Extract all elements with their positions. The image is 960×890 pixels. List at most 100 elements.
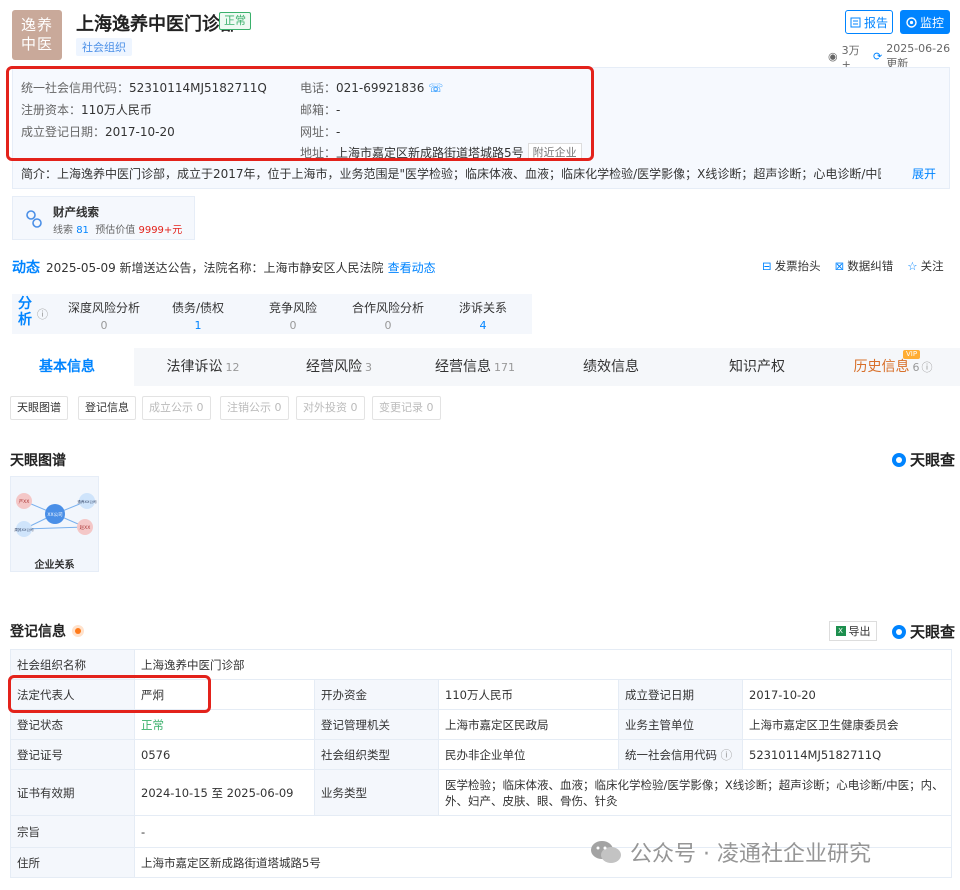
table-cell-label: 社会组织类型 <box>314 739 439 770</box>
expand-link[interactable]: 展开 <box>912 165 936 182</box>
follow-label: 关注 <box>920 259 944 273</box>
analysis-item-cooperation[interactable]: 合作风险分析 0 <box>340 299 436 332</box>
eye-icon: ◉ <box>828 50 838 63</box>
monitor-button[interactable]: 监控 <box>900 10 950 34</box>
table-cell-label: 业务主管单位 <box>618 709 743 740</box>
tab-performance[interactable]: 绩效信息 <box>544 348 678 386</box>
tab-label: 法律诉讼 <box>166 359 223 375</box>
registration-section-title: 登记信息 <box>10 621 84 641</box>
analysis-item-deep-risk[interactable]: 深度风险分析 0 <box>56 299 152 332</box>
follow-button[interactable]: ☆ 关注 <box>907 258 943 274</box>
table-cell-label: 统一社会信用代码 <box>625 747 717 762</box>
table-cell-value: 110万人民币 <box>438 679 619 710</box>
org-type-tag: 社会组织 <box>76 38 132 56</box>
company-title: 上海逸养中医门诊部 <box>76 14 238 35</box>
view-dynamics-link[interactable]: 查看动态 <box>388 259 436 276</box>
table-cell-value: 上海市嘉定区民政局 <box>438 709 619 740</box>
graph-card-label: 企业关系 <box>34 560 75 571</box>
monitor-label: 监控 <box>919 15 944 30</box>
brand-name: 天眼查 <box>910 623 956 641</box>
dynamics-text: 2025-05-09 新增送达公告，法院名称：上海市静安区人民法院 <box>46 260 384 275</box>
report-icon <box>850 17 861 27</box>
graph-section-title: 天眼图谱 <box>10 453 66 469</box>
help-icon[interactable]: ⓘ <box>922 361 933 374</box>
subtab-investment[interactable]: 对外投资 0 <box>296 396 365 420</box>
table-row: 登记证号 0576 社会组织类型 民办非企业单位 统一社会信用代码 ⓘ 5231… <box>10 739 952 770</box>
analysis-panel: 分 析 ⓘ 深度风险分析 0 债务/债权 1 竞争风险 0 合作风险分析 0 涉诉关系 4 <box>12 294 532 334</box>
dynamics-actions: ⊟ 发票抬头 ⊠ 数据纠错 ☆ 关注 <box>762 258 944 274</box>
invoice-header-button[interactable]: ⊟ 发票抬头 <box>762 258 821 274</box>
property-icon <box>26 210 42 228</box>
help-icon[interactable]: ⓘ <box>37 306 48 322</box>
relation-graph-card[interactable]: 严XX XX公司 逸养XX公司 周其XX公司 赵XX 企业关系 <box>10 476 99 572</box>
wechat-icon <box>591 841 621 863</box>
subtab-cancel[interactable]: 注销公示 0 <box>220 396 289 420</box>
watermark: 公众号 · 凌通社企业研究 <box>590 836 871 868</box>
highlight-box-info <box>6 66 594 161</box>
invoice-icon: ⊟ <box>762 259 772 273</box>
logo-line1: 逸养 <box>20 16 53 34</box>
logo-line2: 中医 <box>20 35 53 53</box>
table-cell-value: 52310114MJ5182711Q <box>742 739 952 770</box>
export-label: 导出 <box>848 625 871 638</box>
table-cell-value: 上海逸养中医门诊部 <box>134 649 952 680</box>
brand-logo: 天眼查 <box>891 449 955 470</box>
relation-graph-thumbnail: 严XX XX公司 逸养XX公司 周其XX公司 赵XX <box>14 493 97 537</box>
status-badge: 正常 <box>219 12 251 30</box>
analysis-item-debt[interactable]: 债务/债权 1 <box>150 299 246 332</box>
clues-count: 81 <box>76 225 89 236</box>
report-button[interactable]: 报告 <box>845 10 893 34</box>
table-cell-value: 0576 <box>134 739 315 770</box>
data-correction-button[interactable]: ⊠ 数据纠错 <box>835 258 894 274</box>
watermark-text: 公众号 · 凌通社企业研究 <box>630 842 871 867</box>
tab-ip[interactable]: 知识产权 <box>690 348 824 386</box>
property-clue-card[interactable]: 财产线索 线索 81 预估价值 9999+元 <box>12 196 195 240</box>
export-button[interactable]: X 导出 <box>829 621 877 641</box>
help-icon[interactable]: ⓘ <box>721 748 733 762</box>
analysis-label-top: 分 <box>18 296 32 312</box>
table-cell-value: 上海市嘉定区卫生健康委员会 <box>742 709 952 740</box>
table-cell-value: 2024-10-15 至 2025-06-09 <box>134 769 315 816</box>
table-cell-label: 登记状态 <box>10 709 135 740</box>
subtab-changes[interactable]: 变更记录 0 <box>372 396 441 420</box>
tab-count: 3 <box>365 361 372 374</box>
star-icon: ☆ <box>907 259 918 273</box>
refresh-icon: ⟳ <box>872 50 883 63</box>
subtab-establish[interactable]: 成立公示 0 <box>142 396 211 420</box>
analysis-item-litigation[interactable]: 涉诉关系 4 <box>435 299 531 332</box>
tab-count: 12 <box>225 361 240 374</box>
table-cell-label: 登记证号 <box>10 739 135 770</box>
analysis-item-name: 涉诉关系 <box>458 301 507 315</box>
vip-badge: VIP <box>903 350 921 359</box>
tab-history[interactable]: 历史信息 6 ⓘ <box>826 348 960 386</box>
tab-operating-info[interactable]: 经营信息 171 <box>408 348 542 386</box>
tianyancha-icon <box>892 624 906 639</box>
tab-label: 历史信息 <box>853 359 910 375</box>
tab-operating-risk[interactable]: 经营风险 3 <box>272 348 406 386</box>
analysis-label: 分 析 <box>18 296 32 328</box>
table-cell-value: 正常 <box>134 709 315 740</box>
table-cell-label: 住所 <box>10 847 135 878</box>
company-logo: 逸养 中医 <box>12 10 62 60</box>
subtab-registration[interactable]: 登记信息 <box>78 396 136 420</box>
analysis-item-competition[interactable]: 竞争风险 0 <box>245 299 341 332</box>
subtab-graph[interactable]: 天眼图谱 <box>10 396 68 420</box>
clues-label: 线索 <box>53 225 73 236</box>
tab-label: 基本信息 <box>39 359 95 375</box>
graph-node-label: 周其XX公司 <box>14 527 34 532</box>
invoice-header-label: 发票抬头 <box>774 259 821 273</box>
table-cell-label: 证书有效期 <box>10 769 135 816</box>
correction-icon: ⊠ <box>834 259 845 273</box>
analysis-item-value: 4 <box>479 319 487 332</box>
table-cell-value: 2017-10-20 <box>742 679 952 710</box>
analysis-item-name: 竞争风险 <box>268 301 317 315</box>
analysis-item-value: 0 <box>100 319 108 332</box>
table-row: 登记状态 正常 登记管理机关 上海市嘉定区民政局 业务主管单位 上海市嘉定区卫生… <box>10 709 952 740</box>
property-stats: 线索 81 预估价值 9999+元 <box>53 221 182 236</box>
analysis-item-name: 深度风险分析 <box>67 301 140 315</box>
tab-legal[interactable]: 法律诉讼 12 <box>136 348 270 386</box>
analysis-label-bottom: 析 <box>18 312 32 328</box>
tab-label: 绩效信息 <box>583 359 639 375</box>
tab-label: 经营信息 <box>435 359 491 375</box>
tab-basic-info[interactable]: 基本信息 <box>0 348 134 386</box>
